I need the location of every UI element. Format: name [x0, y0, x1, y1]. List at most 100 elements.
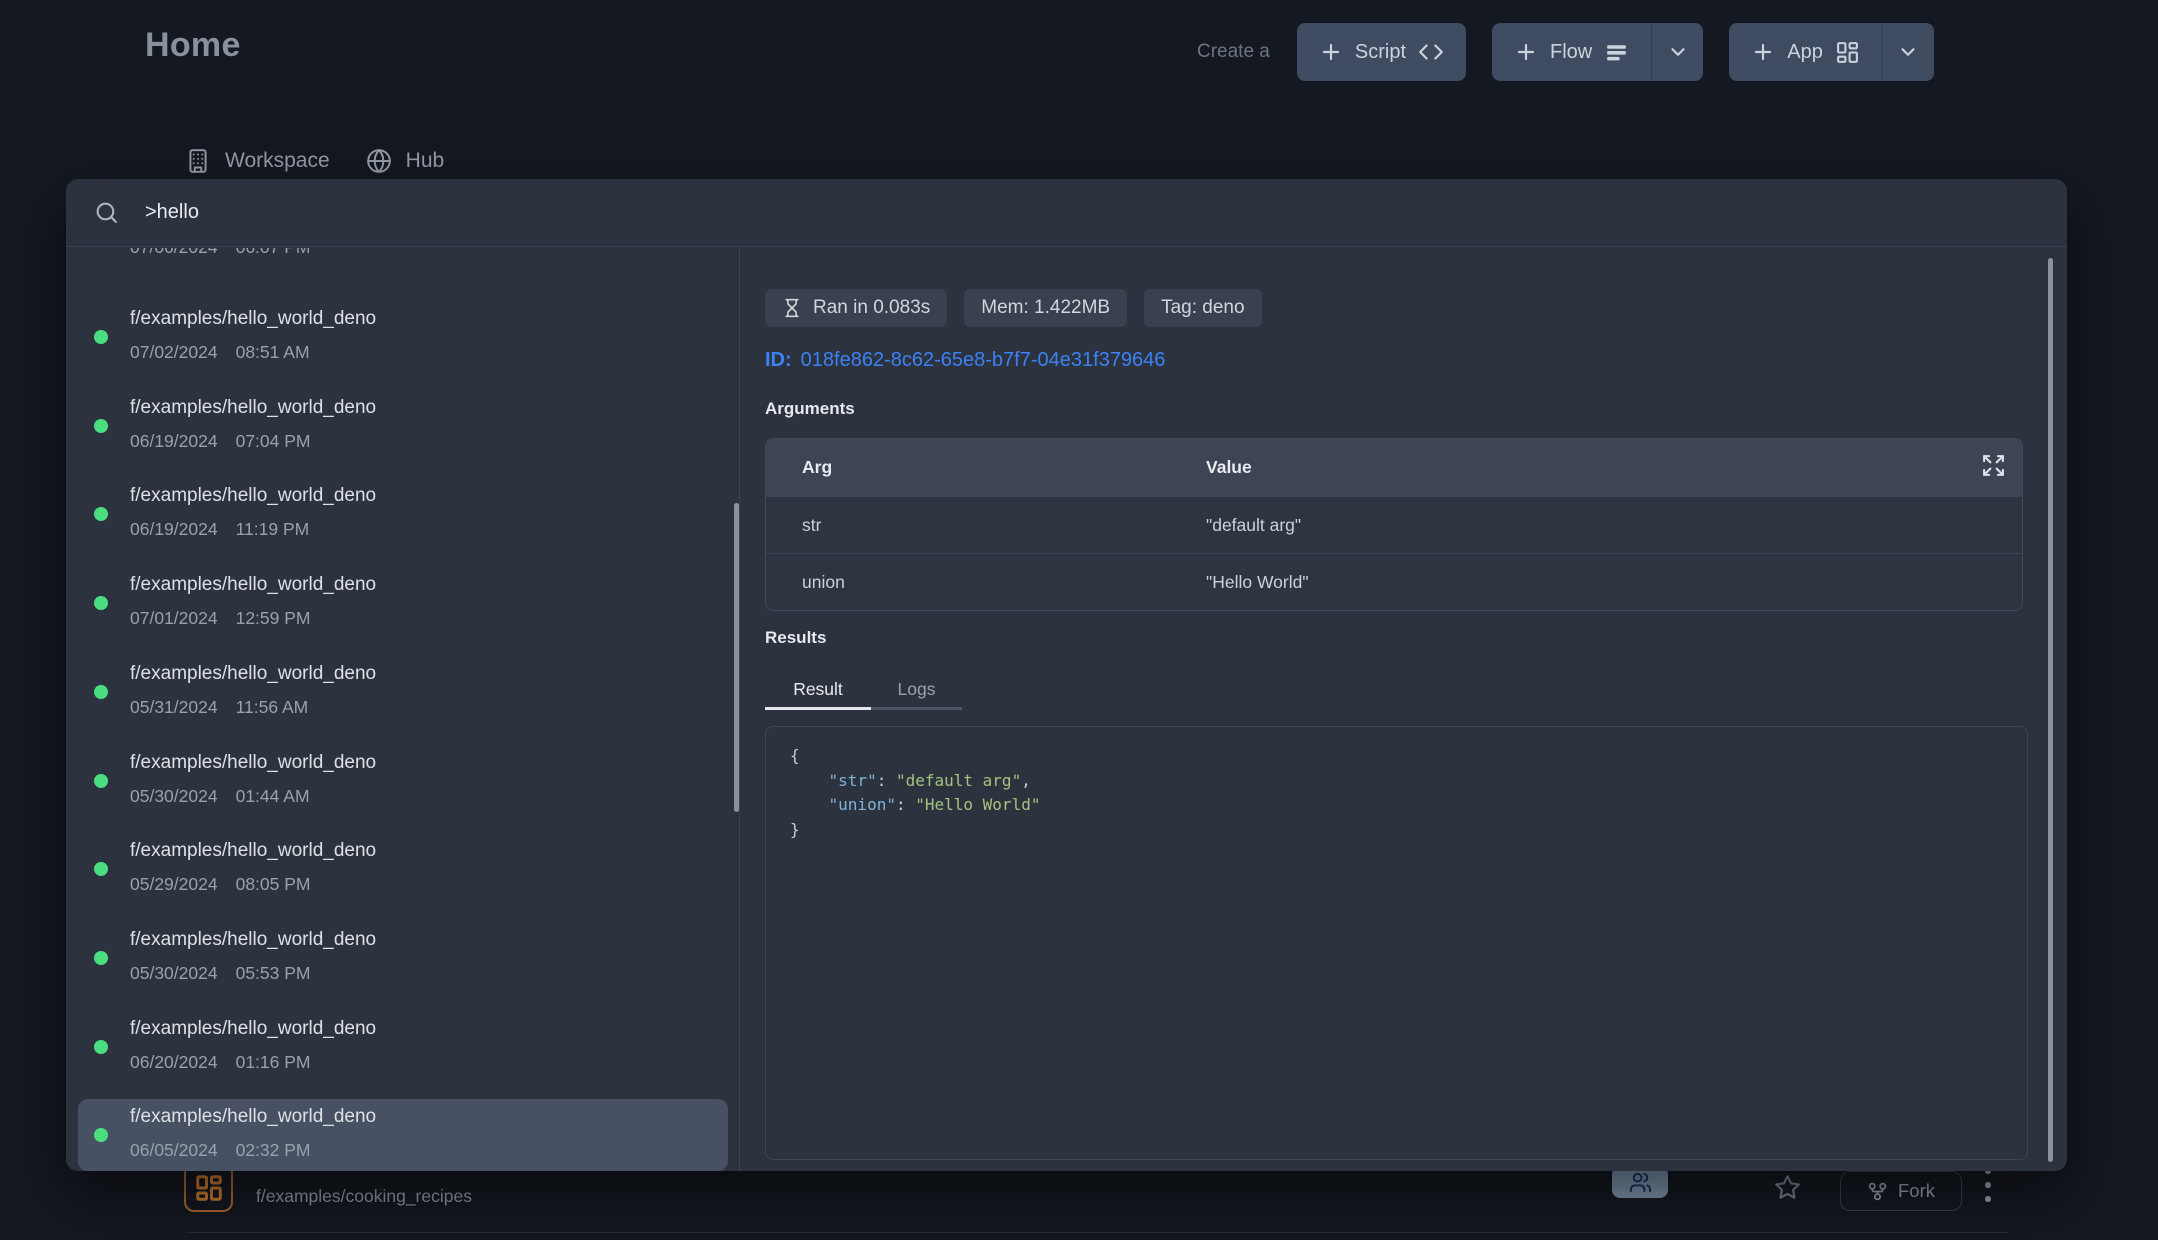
argument-row: str"default arg": [766, 496, 2022, 553]
chevron-down-icon: [1897, 41, 1919, 63]
create-flow-button[interactable]: Flow: [1492, 23, 1651, 81]
success-dot-icon: [94, 596, 108, 610]
run-item-clipped-date: 07/06/202406:07 PM: [130, 248, 311, 258]
tab-result-underline: [765, 707, 871, 710]
tab-result[interactable]: Result: [765, 679, 871, 700]
search-input[interactable]: >hello: [145, 201, 199, 224]
row-divider: [186, 1232, 2008, 1233]
users-icon: [1629, 1171, 1652, 1194]
run-list: 07/06/202406:07 PM f/examples/hello_worl…: [66, 248, 740, 1171]
success-dot-icon: [94, 774, 108, 788]
run-stat-badge: Mem: 1.422MB: [964, 289, 1127, 327]
create-app-button-group: App: [1729, 23, 1934, 81]
fork-button-label: Fork: [1898, 1180, 1935, 1202]
run-stat-badge-label: Tag: deno: [1161, 297, 1244, 319]
success-dot-icon: [94, 1128, 108, 1142]
argument-name: union: [766, 572, 1206, 593]
fork-button[interactable]: Fork: [1840, 1171, 1962, 1211]
success-dot-icon: [94, 507, 108, 521]
cooking-recipes-path: f/examples/cooking_recipes: [256, 1186, 472, 1207]
create-row: Create a Script Flow: [1197, 23, 1934, 81]
run-list-item[interactable]: f/examples/hello_world_deno05/30/202405:…: [78, 922, 728, 994]
tab-workspace[interactable]: Workspace: [185, 148, 330, 174]
run-list-item[interactable]: f/examples/hello_world_deno 07/01/202412:…: [78, 567, 728, 639]
run-item-path: f/examples/hello_world_deno: [130, 307, 376, 331]
run-item-path: f/examples/hello_world_deno: [130, 662, 376, 686]
favorite-star-icon[interactable]: [1774, 1174, 1801, 1201]
app-dropdown-button[interactable]: [1882, 23, 1934, 81]
run-list-item[interactable]: f/examples/hello_world_deno 06/20/202401:…: [78, 1011, 728, 1083]
success-dot-icon: [94, 951, 108, 965]
run-item-datetime: 07/01/202412:59 PM: [130, 608, 311, 629]
tab-hub[interactable]: Hub: [366, 148, 445, 174]
run-item-datetime: 05/29/202408:05 PM: [130, 874, 311, 895]
run-list-item[interactable]: f/examples/hello_world_deno 07/02/202408:…: [78, 301, 728, 373]
run-item-datetime: 06/19/202411:19 PM: [130, 519, 309, 540]
run-stat-badge-label: Ran in 0.083s: [813, 297, 930, 319]
globe-icon: [366, 148, 392, 174]
page-title: Home: [145, 26, 241, 65]
run-list-item[interactable]: f/examples/hello_world_deno 06/19/202411:…: [78, 478, 728, 550]
screen: Home Create a Script Flow: [0, 0, 2158, 1240]
run-item-datetime: 07/02/202408:51 AM: [130, 342, 310, 363]
run-badges: Ran in 0.083s Mem: 1.422MB Tag: deno: [765, 289, 1262, 327]
tab-logs[interactable]: Logs: [871, 679, 962, 700]
run-item-path: f/examples/hello_world_deno: [130, 1017, 376, 1041]
flow-dropdown-button[interactable]: [1651, 23, 1703, 81]
run-item-path: f/examples/hello_world_deno: [130, 484, 376, 508]
create-flow-button-group: Flow: [1492, 23, 1703, 81]
success-dot-icon: [94, 862, 108, 876]
tab-hub-label: Hub: [406, 149, 445, 173]
tab-logs-underline: [871, 707, 962, 710]
argument-name: str: [766, 515, 1206, 536]
run-item-path: f/examples/hello_world_deno: [130, 751, 376, 775]
run-search-modal: >hello 07/06/202406:07 PM f/examples/hel…: [66, 179, 2067, 1171]
argument-value: "Hello World": [1206, 572, 1309, 593]
column-arg: Arg: [766, 457, 1206, 478]
run-id-label: ID:: [765, 349, 792, 371]
plus-icon: [1319, 40, 1343, 64]
arguments-table-header: Arg Value: [766, 439, 2022, 496]
create-a-label: Create a: [1197, 41, 1270, 63]
column-value: Value: [1206, 457, 1252, 478]
plus-icon: [1751, 40, 1775, 64]
search-bar[interactable]: >hello: [66, 179, 2067, 247]
run-item-path: f/examples/hello_world_deno: [130, 839, 376, 863]
building-icon: [185, 148, 211, 174]
run-stat-badge: Ran in 0.083s: [765, 289, 947, 327]
success-dot-icon: [94, 1040, 108, 1054]
run-item-datetime: 05/31/202411:56 AM: [130, 697, 308, 718]
run-stat-badge: Tag: deno: [1144, 289, 1261, 327]
run-list-item[interactable]: f/examples/hello_world_deno 05/31/202411:…: [78, 656, 728, 728]
argument-value: "default arg": [1206, 515, 1301, 536]
run-list-scrollbar[interactable]: [734, 503, 739, 812]
workspace-hub-tabs: Workspace Hub: [185, 148, 444, 174]
expand-icon[interactable]: [1981, 453, 2006, 478]
run-list-item[interactable]: f/examples/hello_world_deno05/30/202401:…: [78, 745, 728, 817]
create-app-button[interactable]: App: [1729, 23, 1882, 81]
run-id[interactable]: ID:018fe862-8c62-65e8-b7f7-04e31f379646: [765, 349, 1165, 372]
run-item-path: f/examples/hello_world_deno: [130, 573, 376, 597]
hourglass-icon: [782, 298, 802, 318]
run-detail-scrollbar[interactable]: [2048, 258, 2053, 1162]
run-list-item[interactable]: f/examples/hello_world_deno 06/05/202402:…: [78, 1099, 728, 1171]
run-list-item[interactable]: f/examples/hello_world_deno 06/19/202407:…: [78, 390, 728, 462]
run-item-datetime: 06/05/202402:32 PM: [130, 1140, 311, 1161]
run-item-datetime: 06/19/202407:04 PM: [130, 431, 311, 452]
result-json-code: { "str": "default arg", "union": "Hello …: [766, 727, 2027, 859]
flow-bars-icon: [1604, 40, 1629, 65]
layout-dashboard-icon: [1835, 40, 1860, 65]
run-item-datetime: 06/20/202401:16 PM: [130, 1052, 311, 1073]
result-tabs: ResultLogs: [765, 679, 962, 700]
create-script-button[interactable]: Script: [1297, 23, 1466, 81]
run-item-path: f/examples/hello_world_deno: [130, 396, 376, 420]
arguments-table: Arg Value str"default arg"union"Hello Wo…: [765, 438, 2023, 611]
run-item-datetime: 05/30/202405:53 PM: [130, 963, 311, 984]
argument-row: union"Hello World": [766, 553, 2022, 610]
git-fork-icon: [1867, 1181, 1888, 1202]
arguments-title: Arguments: [765, 399, 855, 419]
success-dot-icon: [94, 419, 108, 433]
script-button-label: Script: [1355, 41, 1406, 64]
run-list-item[interactable]: f/examples/hello_world_deno 05/29/202408:…: [78, 833, 728, 905]
run-item-path: f/examples/hello_world_deno: [130, 1105, 376, 1129]
